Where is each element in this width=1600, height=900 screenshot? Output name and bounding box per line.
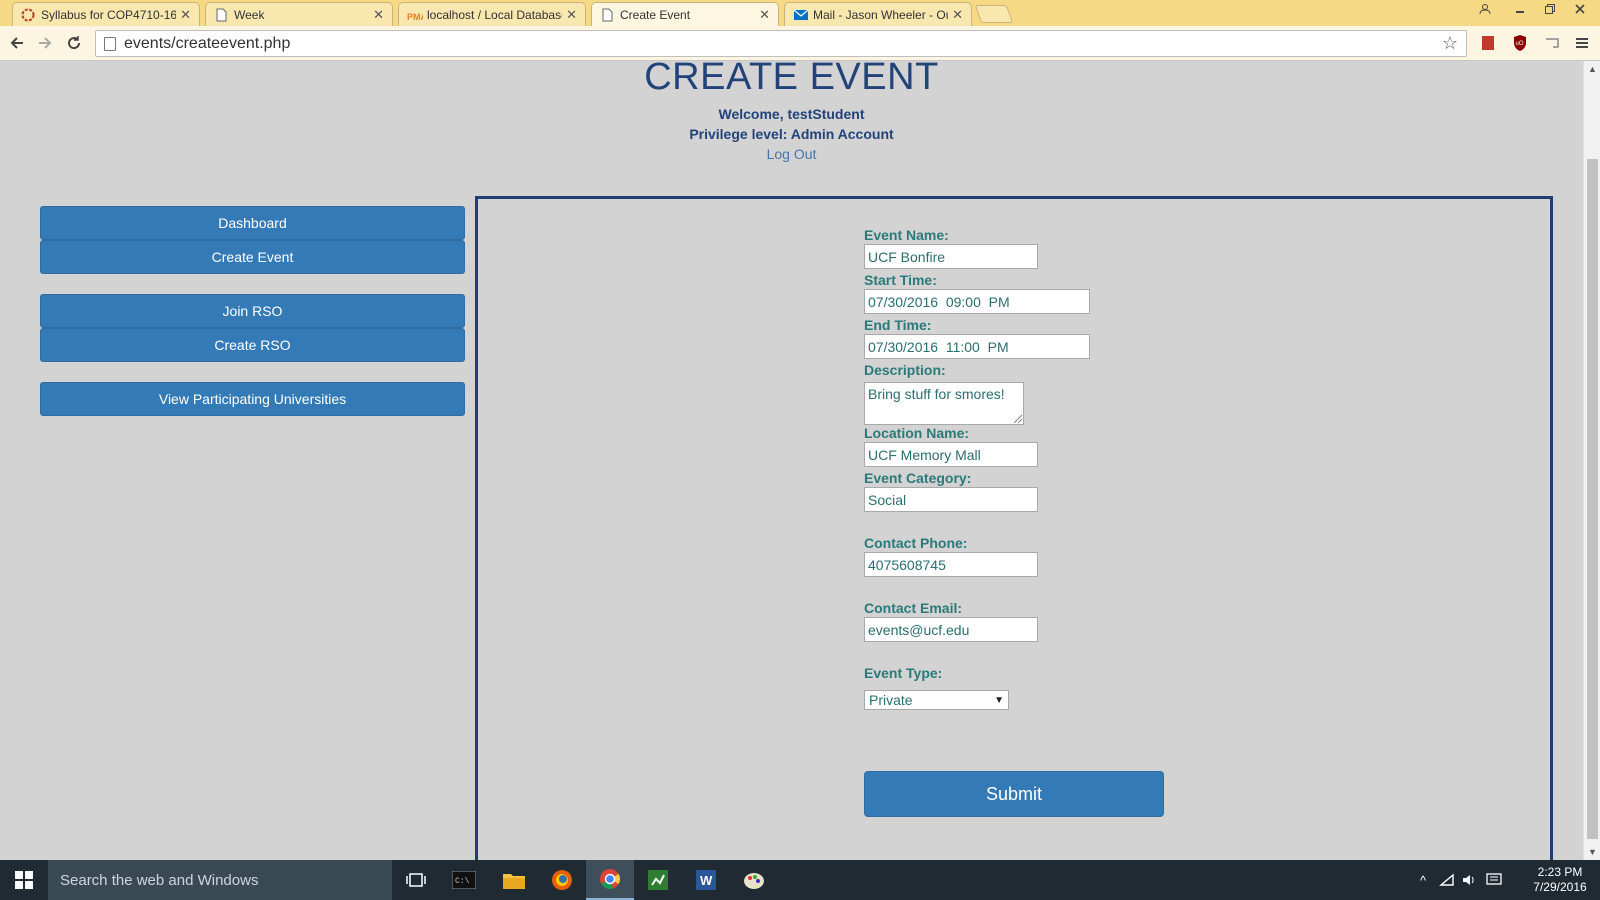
profile-icon[interactable] <box>1470 0 1500 18</box>
welcome-text: Welcome, testStudent <box>718 106 865 122</box>
vertical-scrollbar[interactable]: ▲ ▼ <box>1583 61 1600 860</box>
clock-date: 7/29/2016 <box>1533 880 1587 894</box>
event-category-label: Event Category: <box>864 470 972 486</box>
menu-icon[interactable] <box>1573 34 1591 52</box>
contact-phone-label: Contact Phone: <box>864 535 968 551</box>
svg-text:uO: uO <box>1516 41 1524 47</box>
close-window-icon[interactable] <box>1565 0 1595 18</box>
close-tab-icon[interactable]: ✕ <box>759 7 770 23</box>
privilege-text: Privilege level: Admin Account <box>689 126 894 142</box>
create-event-button[interactable]: Create Event <box>40 240 465 274</box>
tab-title: Syllabus for COP4710-16S <box>41 7 177 22</box>
svg-text:C:\: C:\ <box>455 877 470 886</box>
submit-button[interactable]: Submit <box>864 771 1164 817</box>
join-rso-button[interactable]: Join RSO <box>40 294 465 328</box>
document-icon <box>214 8 228 22</box>
ucf-logo-icon <box>21 8 35 22</box>
paint-icon[interactable] <box>730 860 778 900</box>
scroll-up-icon[interactable]: ▲ <box>1584 61 1600 77</box>
dropdown-arrow-icon: ▼ <box>994 694 1004 706</box>
clock-time: 2:23 PM <box>1537 865 1583 879</box>
tab-strip: Syllabus for COP4710-16S ✕ Week ✕ PMA lo… <box>0 0 1600 26</box>
page-title: CREATE EVENT <box>644 61 939 98</box>
taskbar-search-placeholder: Search the web and Windows <box>60 871 259 889</box>
phpmyadmin-icon: PMA <box>407 8 428 22</box>
reload-icon[interactable] <box>62 31 86 55</box>
location-name-label: Location Name: <box>864 425 970 441</box>
dashboard-button[interactable]: Dashboard <box>40 206 465 240</box>
event-type-value: Private <box>869 692 913 708</box>
firefox-icon[interactable] <box>538 860 586 900</box>
notifications-icon[interactable] <box>1482 860 1506 900</box>
browser-tab-active[interactable]: Create Event ✕ <box>591 2 779 26</box>
page-icon <box>104 36 116 51</box>
word-icon[interactable]: W <box>682 860 730 900</box>
browser-tab[interactable]: Week ✕ <box>205 2 393 26</box>
end-time-label: End Time: <box>864 317 932 333</box>
close-tab-icon[interactable]: ✕ <box>952 7 963 23</box>
address-bar[interactable]: events/createevent.php ☆ <box>95 30 1467 57</box>
contact-email-field[interactable]: events@ucf.edu <box>864 617 1038 642</box>
scroll-down-icon[interactable]: ▼ <box>1584 844 1600 860</box>
restore-icon[interactable] <box>1535 0 1565 18</box>
new-tab-button[interactable] <box>974 5 1014 23</box>
start-time-label: Start Time: <box>864 272 937 288</box>
taskbar-search-input[interactable]: Search the web and Windows <box>48 860 392 900</box>
ublock-icon[interactable]: uO <box>1511 34 1529 52</box>
taskbar-clock[interactable]: 2:23 PM 7/29/2016 <box>1525 865 1595 895</box>
event-name-field[interactable]: UCF Bonfire <box>864 244 1038 269</box>
windows-taskbar: Search the web and Windows C:\ W ^ 2:23 … <box>0 860 1600 900</box>
view-universities-button[interactable]: View Participating Universities <box>40 382 465 416</box>
forward-icon[interactable] <box>33 31 57 55</box>
description-text: Bring stuff for smores! <box>868 386 1005 402</box>
document-icon <box>600 8 614 22</box>
show-hidden-icons-icon[interactable]: ^ <box>1412 860 1434 900</box>
logout-link-text[interactable]: Log Out <box>767 146 817 162</box>
close-tab-icon[interactable]: ✕ <box>373 7 384 23</box>
logout-link[interactable]: Log Out <box>0 146 1583 162</box>
scrollbar-thumb[interactable] <box>1587 159 1598 839</box>
project-app-icon[interactable] <box>634 860 682 900</box>
svg-text:W: W <box>700 873 713 888</box>
command-prompt-icon[interactable]: C:\ <box>440 860 488 900</box>
description-label: Description: <box>864 362 946 378</box>
browser-toolbar: events/createevent.php ☆ uO <box>0 26 1600 61</box>
bookmark-star-icon[interactable]: ☆ <box>1442 33 1458 54</box>
bookmark-extension-icon[interactable] <box>1479 34 1497 52</box>
tab-title: Create Event <box>620 7 691 22</box>
resize-grip-icon[interactable] <box>1014 415 1022 423</box>
event-type-label: Event Type: <box>864 665 943 681</box>
page-content: CREATE EVENT Welcome, testStudent Privil… <box>0 61 1583 860</box>
browser-tab[interactable]: PMA localhost / Local Database ✕ <box>398 2 586 26</box>
close-tab-icon[interactable]: ✕ <box>566 7 577 23</box>
minimize-icon[interactable] <box>1505 0 1535 18</box>
file-explorer-icon[interactable] <box>490 860 538 900</box>
url-text: events/createevent.php <box>124 34 291 52</box>
tab-title: Mail - Jason Wheeler - Ou <box>813 7 949 22</box>
contact-email-label: Contact Email: <box>864 600 963 616</box>
event-type-select[interactable]: Private ▼ <box>864 690 1009 710</box>
cast-icon[interactable] <box>1543 34 1561 52</box>
location-name-field[interactable]: UCF Memory Mall <box>864 442 1038 467</box>
network-icon[interactable] <box>1436 860 1458 900</box>
tab-title: Week <box>234 7 265 22</box>
start-time-field[interactable]: 07/30/2016 09:00 PM <box>864 289 1090 314</box>
close-tab-icon[interactable]: ✕ <box>180 7 191 23</box>
description-textarea[interactable]: Bring stuff for smores! <box>864 382 1024 425</box>
event-name-label: Event Name: <box>864 227 949 243</box>
end-time-field[interactable]: 07/30/2016 11:00 PM <box>864 334 1090 359</box>
create-rso-button[interactable]: Create RSO <box>40 328 465 362</box>
tab-title: localhost / Local Database <box>427 7 563 22</box>
browser-tab[interactable]: Mail - Jason Wheeler - Ou ✕ <box>784 2 972 26</box>
event-category-field[interactable]: Social <box>864 487 1038 512</box>
chrome-icon[interactable] <box>586 860 634 900</box>
svg-text:PMA: PMA <box>407 12 423 22</box>
windows-start-icon[interactable] <box>0 860 48 900</box>
back-icon[interactable] <box>5 31 29 55</box>
task-view-icon[interactable] <box>392 860 440 900</box>
mail-icon <box>793 8 809 22</box>
contact-phone-field[interactable]: 4075608745 <box>864 552 1038 577</box>
volume-icon[interactable] <box>1458 860 1480 900</box>
browser-tab[interactable]: Syllabus for COP4710-16S ✕ <box>12 2 200 26</box>
